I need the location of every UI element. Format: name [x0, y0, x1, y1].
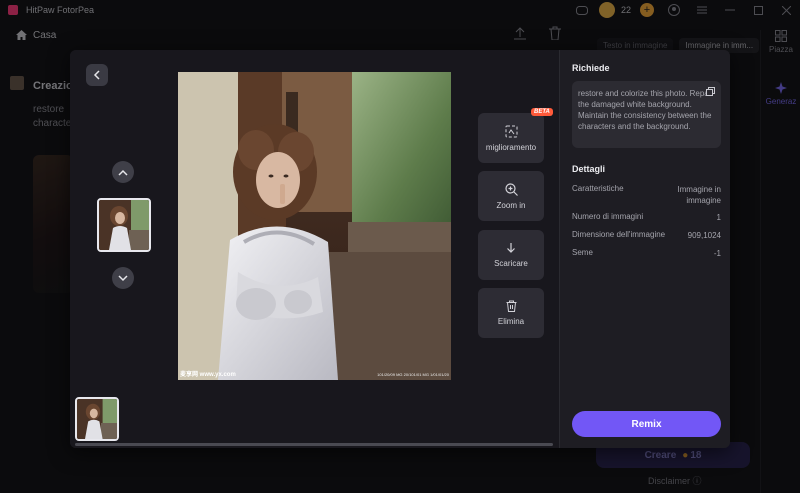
detail-row: Numero di immagini 1 — [572, 212, 721, 223]
chevron-down-icon — [118, 274, 128, 281]
delete-label: Elimina — [497, 317, 525, 326]
detail-label: Seme — [572, 248, 593, 257]
child-photo-thumbnail — [99, 200, 149, 250]
copy-icon[interactable] — [706, 87, 715, 99]
enhance-label: miglioramento — [485, 142, 537, 152]
download-button[interactable]: Scaricare — [478, 230, 544, 280]
enhance-button[interactable]: miglioramento — [478, 113, 544, 163]
detail-value: 909,1024 — [687, 231, 721, 240]
detail-label: Dimensione dell'immagine — [572, 230, 666, 239]
download-label: Scaricare — [494, 259, 528, 268]
main-preview-image: 麦享网 www.yx.com 101/20/09 MG 20/101/01 MG… — [178, 72, 451, 380]
beta-badge: BETA — [531, 108, 553, 116]
details-title: Dettagli — [572, 164, 606, 174]
detail-label: Numero di immagini — [572, 212, 644, 221]
detail-value: -1 — [713, 249, 721, 258]
app-window: HitPaw FotorPea 22 + Casa Creazio restor… — [0, 0, 800, 493]
zoom-in-icon — [504, 182, 518, 196]
child-photo-thumbnail — [77, 399, 117, 439]
child-photo — [178, 72, 451, 380]
previous-image-button[interactable] — [112, 161, 134, 183]
prompt-box: restore and colorize this photo. Repair … — [572, 81, 721, 148]
selected-image-thumbnail[interactable] — [97, 198, 151, 252]
enhance-icon — [505, 125, 517, 137]
delete-button[interactable]: Elimina — [478, 288, 544, 338]
preview-pane: 麦享网 www.yx.com 101/20/09 MG 20/101/01 MG… — [70, 50, 559, 448]
chevron-left-icon — [93, 70, 100, 80]
zoom-in-button[interactable]: Zoom in — [478, 171, 544, 221]
prompt-text: restore and colorize this photo. Repair … — [578, 89, 714, 131]
prompt-title: Richiede — [572, 63, 610, 73]
details-pane: Richiede restore and colorize this photo… — [559, 50, 730, 448]
image-detail-modal: 麦享网 www.yx.com 101/20/09 MG 20/101/01 MG… — [70, 50, 730, 448]
next-image-button[interactable] — [112, 267, 134, 289]
detail-row: Dimensione dell'immagine 909,1024 — [572, 230, 721, 241]
trash-icon — [506, 300, 516, 312]
detail-label: Caratteristiche — [572, 184, 624, 193]
image-thumbnail[interactable] — [75, 397, 119, 441]
watermark-left: 麦享网 www.yx.com — [180, 372, 236, 378]
detail-row: Seme -1 — [572, 248, 721, 259]
detail-row: Caratteristiche Immagine in immagine — [572, 184, 721, 206]
remix-button[interactable]: Remix — [572, 411, 721, 437]
detail-value: Immagine in immagine — [677, 185, 721, 205]
detail-value: 1 — [716, 213, 721, 222]
chevron-up-icon — [118, 169, 128, 176]
thumbnail-scrollbar[interactable] — [75, 443, 553, 446]
watermark-right: 101/20/09 MG 20/101/01 MG 1/01/01/20 — [377, 372, 449, 377]
back-button[interactable] — [86, 64, 108, 86]
zoom-in-label: Zoom in — [496, 200, 526, 210]
download-icon — [507, 243, 515, 253]
